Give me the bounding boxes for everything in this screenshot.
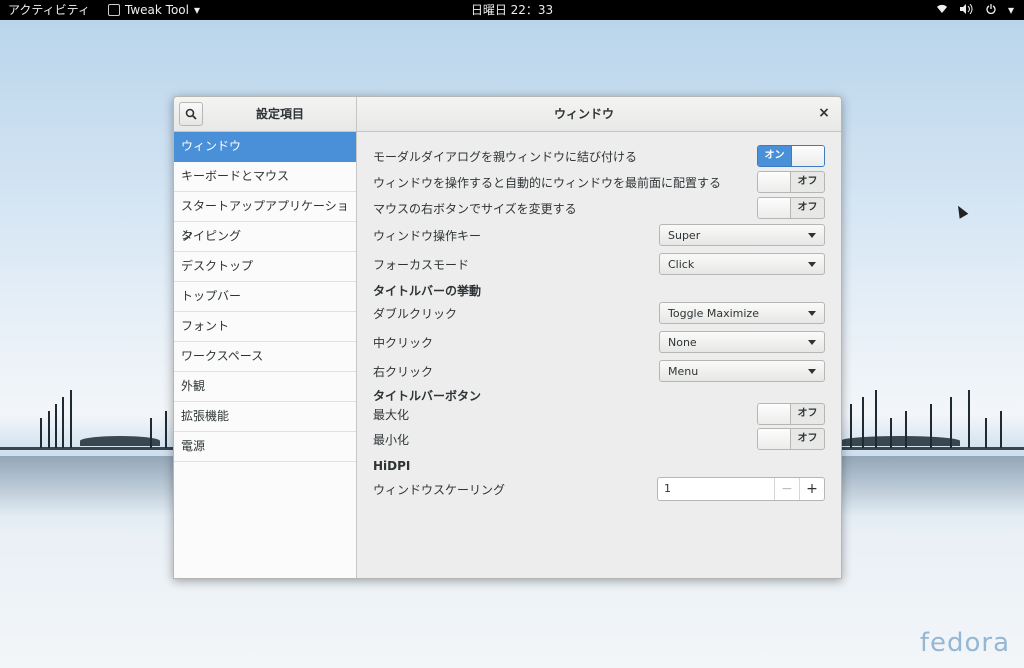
increment-button[interactable]: + [799,478,824,500]
dropdown-arrow-icon [808,232,816,238]
sidebar-title: 設定項目 [255,107,304,121]
dropdown-arrow-icon [808,310,816,316]
setting-row-action-key: ウィンドウ操作キー Super [373,222,825,248]
decrement-button[interactable]: − [774,478,799,500]
setting-label: ウィンドウ操作キー [373,228,482,243]
setting-row-window-scaling: ウィンドウスケーリング 1 − + [373,476,825,502]
section-hidpi: HiDPI [373,459,411,473]
tweak-tool-window: 設定項目 ウィンドウ × ウィンドウ キーボードとマウス スタートアップアプリケ… [173,96,842,579]
setting-label: 最大化 [373,407,410,422]
sidebar: ウィンドウ キーボードとマウス スタートアップアプリケーション タイピング デス… [174,132,357,578]
right-click-dropdown[interactable]: Menu [659,360,825,382]
setting-label: フォーカスモード [373,257,470,272]
setting-row-maximize: 最大化 オフ [373,401,825,427]
switch-knob [791,146,824,166]
setting-row-focus-mode: フォーカスモード Click [373,251,825,277]
switch-knob [758,172,791,192]
search-icon [185,108,197,120]
clock[interactable]: 日曜日 22：33 [0,0,1024,20]
dropdown-value: Super [668,228,701,242]
minimize-switch[interactable]: オフ [757,428,825,450]
spin-value[interactable]: 1 [658,478,774,500]
setting-row-double-click: ダブルクリック Toggle Maximize [373,300,825,326]
setting-label: モーダルダイアログを親ウィンドウに結び付ける [373,149,638,164]
switch-state: オフ [797,408,818,419]
sidebar-item-workspaces[interactable]: ワークスペース [174,342,356,372]
setting-row-right-click: 右クリック Menu [373,358,825,384]
setting-label: ウィンドウを操作すると自動的にウィンドウを最前面に配置する [373,175,722,190]
sidebar-header: 設定項目 [174,97,357,131]
system-tray[interactable]: ▾ [936,0,1014,20]
switch-state: オフ [797,433,818,444]
sidebar-item-fonts[interactable]: フォント [174,312,356,342]
sidebar-item-extensions[interactable]: 拡張機能 [174,402,356,432]
setting-label: 右クリック [373,364,434,379]
header-bar: 設定項目 ウィンドウ × [174,97,841,132]
sidebar-item-desktop[interactable]: デスクトップ [174,252,356,282]
dropdown-value: Click [668,257,695,271]
wifi-icon [936,0,948,20]
setting-label: 最小化 [373,432,410,447]
setting-row-modal-attach: モーダルダイアログを親ウィンドウに結び付ける オン [373,143,825,169]
page-title: ウィンドウ [553,107,614,121]
setting-label: ウィンドウスケーリング [373,482,506,497]
dropdown-arrow-icon [808,261,816,267]
chevron-down-icon: ▾ [1007,3,1014,17]
volume-icon [959,0,974,20]
maximize-switch[interactable]: オフ [757,403,825,425]
focus-mode-dropdown[interactable]: Click [659,253,825,275]
setting-row-resize-secondary: マウスの右ボタンでサイズを変更する オフ [373,195,825,221]
resize-secondary-switch[interactable]: オフ [757,197,825,219]
section-titlebar-actions: タイトルバーの挙動 [373,284,482,298]
action-key-dropdown[interactable]: Super [659,224,825,246]
modal-attach-switch[interactable]: オン [757,145,825,167]
switch-state: オフ [797,202,818,213]
setting-label: マウスの右ボタンでサイズを変更する [373,201,577,216]
dropdown-value: Toggle Maximize [668,306,759,320]
sidebar-item-startup-apps[interactable]: スタートアップアプリケーション [174,192,356,242]
setting-row-middle-click: 中クリック None [373,329,825,355]
dropdown-arrow-icon [808,339,816,345]
switch-knob [758,429,791,449]
switch-state: オフ [797,176,818,187]
double-click-dropdown[interactable]: Toggle Maximize [659,302,825,324]
switch-knob [758,198,791,218]
window-scaling-spinbutton[interactable]: 1 − + [657,477,825,501]
sidebar-item-appearance[interactable]: 外観 [174,372,356,402]
sidebar-item-power[interactable]: 電源 [174,432,356,462]
sidebar-item-top-bar[interactable]: トップバー [174,282,356,312]
setting-label: ダブルクリック [373,306,458,321]
switch-knob [758,404,791,424]
setting-row-raise-on-action: ウィンドウを操作すると自動的にウィンドウを最前面に配置する オフ [373,169,825,195]
search-button[interactable] [179,102,203,126]
sidebar-item-keyboard-mouse[interactable]: キーボードとマウス [174,162,356,192]
dropdown-value: Menu [668,364,699,378]
mouse-cursor-icon [953,203,969,219]
sidebar-item-typing[interactable]: タイピング [174,222,356,252]
raise-on-action-switch[interactable]: オフ [757,171,825,193]
setting-row-minimize: 最小化 オフ [373,426,825,452]
top-bar: アクティビティ Tweak Tool ▾ 日曜日 22：33 ▾ [0,0,1024,20]
middle-click-dropdown[interactable]: None [659,331,825,353]
sidebar-item-windows[interactable]: ウィンドウ [174,132,356,162]
fedora-logo: fedora [919,628,1010,658]
close-button[interactable]: × [817,106,831,120]
setting-label: 中クリック [373,335,434,350]
dropdown-arrow-icon [808,368,816,374]
power-icon [986,0,996,20]
settings-panel: モーダルダイアログを親ウィンドウに結び付ける オン ウィンドウを操作すると自動的… [357,132,841,578]
dropdown-value: None [668,335,697,349]
switch-state: オン [758,146,791,166]
